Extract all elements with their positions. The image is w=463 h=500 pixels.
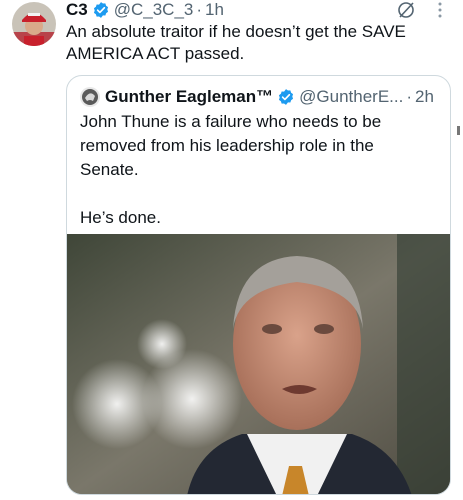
author-name[interactable]: C3 <box>66 0 88 20</box>
quoted-author-name[interactable]: Gunther Eagleman™ <box>105 87 273 107</box>
quoted-author-handle[interactable]: @GuntherE... <box>299 87 403 107</box>
quoted-tweet-header: Gunther Eagleman™ @GuntherE... · 2h <box>80 86 434 108</box>
separator-dot: · <box>406 87 413 106</box>
quoted-tweet[interactable]: Gunther Eagleman™ @GuntherE... · 2h John… <box>66 75 451 495</box>
author-avatar[interactable] <box>12 2 56 46</box>
quoted-author-avatar[interactable] <box>80 87 100 107</box>
quoted-timestamp[interactable]: 2h <box>415 87 434 107</box>
tweet-header: C3 @C_3C_3 · 1h <box>66 0 224 20</box>
tweet-text: An absolute traitor if he doesn’t get th… <box>66 22 406 63</box>
timestamp[interactable]: 1h <box>205 0 224 20</box>
more-icon[interactable] <box>437 2 443 18</box>
separator-dot: · <box>196 0 203 19</box>
quoted-tweet-photo[interactable] <box>67 234 450 494</box>
tweet[interactable]: C3 @C_3C_3 · 1h An absolute traitor if h… <box>0 0 463 500</box>
grok-icon[interactable] <box>397 1 415 19</box>
scrollbar[interactable] <box>457 126 460 135</box>
verified-icon <box>92 1 110 19</box>
quoted-tweet-text: John Thune is a failure who needs to be … <box>80 112 382 227</box>
verified-icon <box>277 88 295 106</box>
author-handle[interactable]: @C_3C_3 <box>114 0 194 20</box>
